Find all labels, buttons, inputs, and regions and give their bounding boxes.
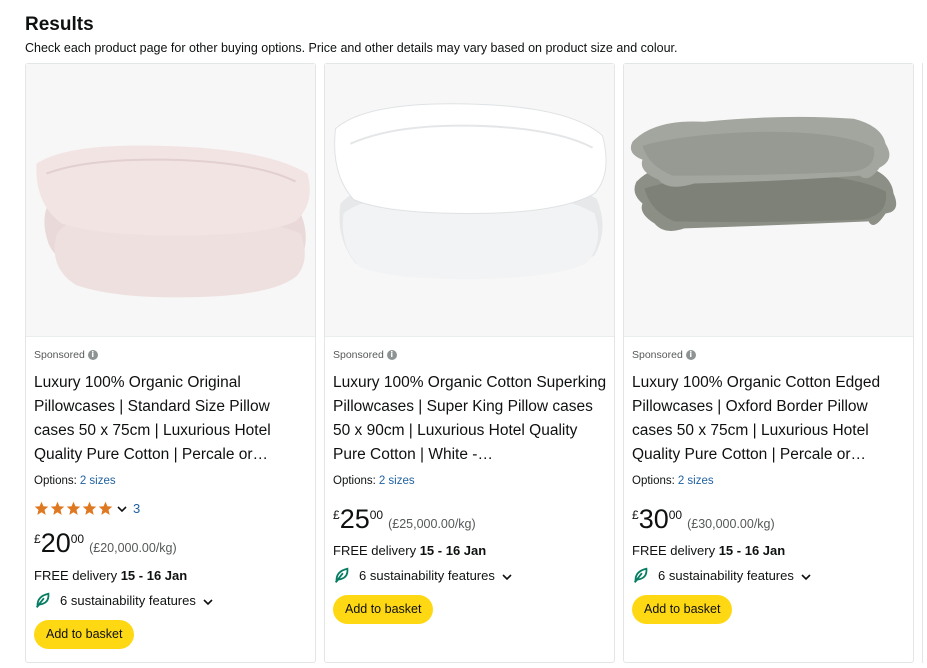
sponsored-text: Sponsored xyxy=(632,349,683,361)
rating-count[interactable]: 3 xyxy=(133,501,140,516)
price-whole: 20 xyxy=(40,528,71,558)
chevron-down-icon[interactable] xyxy=(116,503,128,515)
price-currency: £ xyxy=(34,532,41,546)
next-product-card-edge xyxy=(922,63,927,663)
delivery-info: FREE delivery 15 - 16 Jan xyxy=(34,568,187,583)
price-per-unit: (£30,000.00/kg) xyxy=(687,517,775,531)
delivery-dates: 15 - 16 Jan xyxy=(120,568,188,583)
price-fraction: 00 xyxy=(369,508,384,522)
delivery-prefix: FREE delivery xyxy=(632,543,716,558)
add-to-basket-button[interactable]: Add to basket xyxy=(632,595,733,624)
price-per-unit: (£20,000.00/kg) xyxy=(89,541,177,555)
price-whole: 30 xyxy=(638,504,669,534)
price-currency: £ xyxy=(632,508,639,522)
star-icon xyxy=(66,501,81,515)
leaf-icon xyxy=(633,567,648,584)
options-label: Options: xyxy=(632,475,675,487)
product-title[interactable]: Luxury 100% Organic Cotton Superking Pil… xyxy=(333,371,608,467)
info-icon[interactable]: i xyxy=(685,350,696,360)
product-options: Options: 2 sizes xyxy=(34,475,116,487)
options-label: Options: xyxy=(333,475,376,487)
white-pillow-image xyxy=(325,64,614,336)
product-title[interactable]: Luxury 100% Organic Original Pillowcases… xyxy=(34,371,309,467)
star-rating[interactable]: 3 xyxy=(34,501,140,516)
sustainability-text: 6 sustainability features xyxy=(658,567,794,583)
product-image[interactable] xyxy=(26,64,315,337)
options-link[interactable]: 2 sizes xyxy=(80,475,116,487)
sustainability-text: 6 sustainability features xyxy=(60,592,196,608)
info-icon[interactable]: i xyxy=(386,350,397,360)
add-to-basket-button[interactable]: Add to basket xyxy=(34,620,135,649)
info-icon[interactable]: i xyxy=(87,350,98,360)
delivery-prefix: FREE delivery xyxy=(34,568,118,583)
price-fraction: 00 xyxy=(70,532,85,546)
product-price[interactable]: £ 30 00 (£30,000.00/kg) xyxy=(632,505,775,533)
delivery-info: FREE delivery 15 - 16 Jan xyxy=(333,543,486,558)
delivery-info: FREE delivery 15 - 16 Jan xyxy=(632,543,785,558)
chevron-down-icon xyxy=(502,573,512,580)
add-to-basket-button[interactable]: Add to basket xyxy=(333,595,434,624)
sponsored-label[interactable]: Sponsored i xyxy=(333,349,397,361)
options-label: Options: xyxy=(34,475,77,487)
star-icon xyxy=(98,501,113,515)
product-price[interactable]: £ 25 00 (£25,000.00/kg) xyxy=(333,505,476,533)
grey-pillow-image xyxy=(624,64,913,336)
product-card: Sponsored i Luxury 100% Organic Cotton E… xyxy=(623,63,914,663)
sustainability-features[interactable]: 6 sustainability features xyxy=(34,591,214,609)
options-link[interactable]: 2 sizes xyxy=(379,475,415,487)
product-options: Options: 2 sizes xyxy=(333,475,415,487)
product-title[interactable]: Luxury 100% Organic Cotton Edged Pillowc… xyxy=(632,371,907,467)
sponsored-label[interactable]: Sponsored i xyxy=(632,349,696,361)
star-icon xyxy=(50,501,65,515)
product-options: Options: 2 sizes xyxy=(632,475,714,487)
product-card: Sponsored i Luxury 100% Organic Original… xyxy=(25,63,316,663)
price-fraction: 00 xyxy=(668,508,683,522)
leaf-icon xyxy=(334,567,349,584)
results-heading: Results xyxy=(25,14,94,35)
product-image[interactable] xyxy=(325,64,614,337)
chevron-down-icon xyxy=(203,598,213,605)
sponsored-text: Sponsored xyxy=(34,349,85,361)
price-currency: £ xyxy=(333,508,340,522)
sponsored-label[interactable]: Sponsored i xyxy=(34,349,98,361)
chevron-down-icon xyxy=(801,573,811,580)
pink-pillow-image xyxy=(26,64,315,336)
product-card: Sponsored i Luxury 100% Organic Cotton S… xyxy=(324,63,615,663)
options-link[interactable]: 2 sizes xyxy=(678,475,714,487)
sustainability-features[interactable]: 6 sustainability features xyxy=(632,566,812,584)
price-whole: 25 xyxy=(339,504,370,534)
results-subheading: Check each product page for other buying… xyxy=(25,41,678,55)
sustainability-features[interactable]: 6 sustainability features xyxy=(333,566,513,584)
sustainability-text: 6 sustainability features xyxy=(359,567,495,583)
sponsored-text: Sponsored xyxy=(333,349,384,361)
delivery-dates: 15 - 16 Jan xyxy=(419,543,487,558)
product-price[interactable]: £ 20 00 (£20,000.00/kg) xyxy=(34,529,177,557)
delivery-dates: 15 - 16 Jan xyxy=(718,543,786,558)
star-icon xyxy=(82,501,97,515)
product-image[interactable] xyxy=(624,64,913,337)
leaf-icon xyxy=(35,592,50,609)
delivery-prefix: FREE delivery xyxy=(333,543,417,558)
price-per-unit: (£25,000.00/kg) xyxy=(388,517,476,531)
star-icon xyxy=(34,501,49,515)
